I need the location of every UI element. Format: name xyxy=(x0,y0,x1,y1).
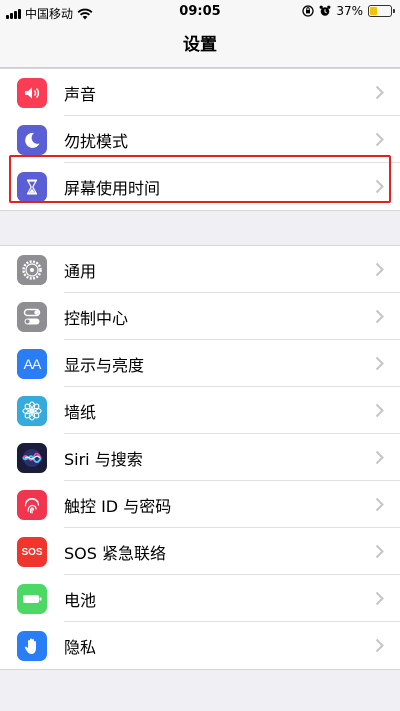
chevron-right-icon xyxy=(375,85,384,100)
row-label: 显示与亮度 xyxy=(64,355,145,375)
sos-glyph: SOS xyxy=(21,546,43,558)
chevron-right-icon xyxy=(375,497,384,512)
chevron-right-icon xyxy=(375,591,384,606)
settings-row-wallpaper[interactable]: 墙纸 xyxy=(0,387,400,434)
settings-row-touch-id-passcode[interactable]: 触控 ID 与密码 xyxy=(0,481,400,528)
hand-icon xyxy=(17,631,47,661)
battery-app-icon xyxy=(17,584,47,614)
hourglass-icon xyxy=(17,172,47,202)
row-label: 墙纸 xyxy=(64,402,97,422)
chevron-right-icon xyxy=(375,450,384,465)
chevron-right-icon xyxy=(375,356,384,371)
nav-bar: 设置 xyxy=(0,24,400,68)
chevron-right-icon xyxy=(375,132,384,147)
battery-level xyxy=(370,7,378,15)
text-size-icon: AA xyxy=(17,349,47,379)
settings-row-general[interactable]: 通用 xyxy=(0,246,400,293)
fingerprint-icon xyxy=(17,490,47,520)
row-label: 隐私 xyxy=(64,637,97,657)
settings-row-screen-time[interactable]: 屏幕使用时间 xyxy=(0,163,400,210)
row-label: 控制中心 xyxy=(64,308,129,328)
row-label: Siri 与搜索 xyxy=(64,449,143,469)
chevron-right-icon xyxy=(375,403,384,418)
speaker-icon xyxy=(17,78,47,108)
settings-row-siri-search[interactable]: Siri 与搜索 xyxy=(0,434,400,481)
siri-icon xyxy=(17,443,47,473)
settings-group-1: 声音 勿扰模式 屏幕使用时间 xyxy=(0,68,400,211)
toggles-icon xyxy=(17,302,47,332)
settings-row-do-not-disturb[interactable]: 勿扰模式 xyxy=(0,116,400,163)
settings-group-2: 通用 控制中心 AA 显示与亮度 墙纸 Siri 与搜索 触控 ID 与密码 S… xyxy=(0,245,400,670)
chevron-right-icon xyxy=(375,179,384,194)
gear-icon xyxy=(17,255,47,285)
row-label: 声音 xyxy=(64,84,97,104)
chevron-right-icon xyxy=(375,638,384,653)
settings-row-sounds[interactable]: 声音 xyxy=(0,69,400,116)
settings-row-battery[interactable]: 电池 xyxy=(0,575,400,622)
settings-row-emergency-sos[interactable]: SOS SOS 紧急联络 xyxy=(0,528,400,575)
chevron-right-icon xyxy=(375,544,384,559)
orientation-lock-icon xyxy=(302,5,314,17)
settings-row-display-brightness[interactable]: AA 显示与亮度 xyxy=(0,340,400,387)
settings-row-privacy[interactable]: 隐私 xyxy=(0,622,400,669)
alarm-icon xyxy=(319,5,331,16)
battery-icon xyxy=(368,5,395,17)
status-bar: 中国移动 09:05 37% xyxy=(0,0,400,24)
row-label: 通用 xyxy=(64,261,97,281)
row-label: SOS 紧急联络 xyxy=(64,543,166,563)
page-title: 设置 xyxy=(183,35,217,55)
moon-icon xyxy=(17,125,47,155)
text-size-glyph: AA xyxy=(23,356,42,372)
row-label: 屏幕使用时间 xyxy=(64,178,161,198)
row-label: 触控 ID 与密码 xyxy=(64,496,172,516)
chevron-right-icon xyxy=(375,309,384,324)
chevron-right-icon xyxy=(375,262,384,277)
battery-percent: 37% xyxy=(336,4,363,18)
flower-icon xyxy=(17,396,47,426)
row-label: 勿扰模式 xyxy=(64,131,129,151)
row-label: 电池 xyxy=(64,590,97,610)
sos-icon: SOS xyxy=(17,537,47,567)
settings-row-control-center[interactable]: 控制中心 xyxy=(0,293,400,340)
